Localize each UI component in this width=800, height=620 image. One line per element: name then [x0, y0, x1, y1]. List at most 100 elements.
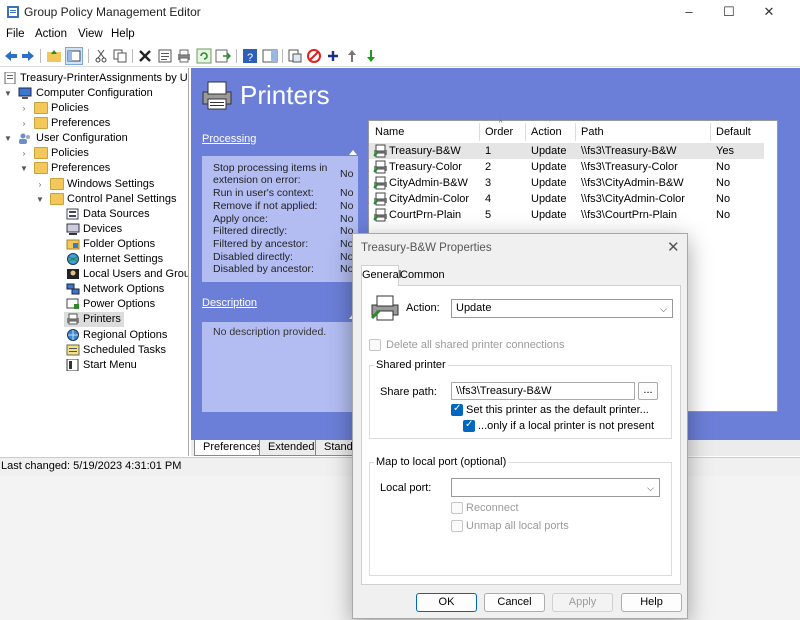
menu-bar: File Action View Help — [0, 26, 800, 44]
column-default[interactable]: Default — [716, 126, 751, 138]
svg-text:?: ? — [247, 52, 253, 64]
new-item-icon[interactable] — [287, 48, 303, 64]
gpo-icon — [4, 72, 16, 84]
processing-link[interactable]: Processing — [202, 133, 256, 145]
tree-item-local-users[interactable]: Local Users and Groups — [64, 267, 188, 282]
column-order[interactable]: Order — [485, 126, 513, 138]
add-plus-icon[interactable] — [325, 48, 341, 64]
chevron-down-icon[interactable]: ▼ — [19, 161, 29, 176]
folder-icon — [34, 147, 48, 159]
chevron-down-icon[interactable]: ▼ — [3, 86, 13, 101]
forward-arrow-icon[interactable] — [20, 48, 36, 64]
tree-item-power-options[interactable]: Power Options — [64, 297, 188, 312]
tree-uc-preferences[interactable]: ▼ Preferences — [0, 161, 188, 176]
table-row[interactable]: CourtPrn-Plain 5 Update \\fs3\CourtPrn-P… — [369, 207, 764, 223]
tree-item-start-menu[interactable]: Start Menu — [64, 358, 188, 373]
printer-icon — [373, 208, 387, 222]
tree-cc-policies[interactable]: › Policies — [0, 101, 188, 116]
folder-icon — [34, 102, 48, 114]
folder-icon — [50, 193, 64, 205]
menu-file[interactable]: File — [6, 28, 25, 40]
copy-icon[interactable] — [112, 48, 128, 64]
tree-windows-settings[interactable]: › Windows Settings — [0, 177, 188, 192]
show-pane-icon[interactable] — [262, 48, 278, 64]
description-box: No description provided. — [202, 322, 358, 412]
tree-item-devices[interactable]: Devices — [64, 222, 188, 237]
chevron-down-icon[interactable]: ▼ — [35, 192, 45, 207]
tree-item-network-options[interactable]: Network Options — [64, 282, 188, 297]
title-bar: Group Policy Management Editor – ☐ ✕ — [0, 0, 800, 24]
chevron-right-icon[interactable]: › — [19, 101, 29, 116]
refresh-icon[interactable] — [196, 48, 212, 64]
table-row[interactable]: Treasury-B&W 1 Update \\fs3\Treasury-B&W… — [369, 143, 764, 159]
description-link[interactable]: Description — [202, 297, 257, 309]
tree-item-printers[interactable]: Printers — [64, 312, 124, 327]
help-icon[interactable]: ? — [242, 48, 258, 64]
show-hide-tree-icon[interactable] — [65, 47, 83, 65]
move-up-icon[interactable] — [344, 48, 360, 64]
dialog-title: Treasury-B&W Properties — [361, 242, 492, 254]
menu-action[interactable]: Action — [35, 28, 67, 40]
collapse-processing-icon[interactable] — [349, 150, 357, 155]
tree-root[interactable]: Treasury-PrinterAssignments by User — [4, 71, 188, 86]
move-down-icon[interactable] — [363, 48, 379, 64]
unmap-label: Unmap all local ports — [466, 520, 569, 532]
back-arrow-icon[interactable] — [3, 48, 19, 64]
cut-icon[interactable] — [93, 48, 109, 64]
tree-uc-policies[interactable]: › Policies — [0, 146, 188, 161]
table-row[interactable]: CityAdmin-B&W 3 Update \\fs3\CityAdmin-B… — [369, 175, 764, 191]
share-path-input[interactable]: \\fs3\Treasury-B&W — [451, 382, 635, 400]
chevron-right-icon[interactable]: › — [35, 177, 45, 192]
block-icon[interactable] — [306, 48, 322, 64]
print-icon[interactable] — [176, 48, 192, 64]
users-icon — [19, 133, 30, 144]
tree-item-regional-options[interactable]: Regional Options — [64, 328, 188, 343]
tree-user-configuration[interactable]: ▼ User Configuration — [0, 131, 188, 146]
column-path[interactable]: Path — [581, 126, 604, 138]
tree-control-panel-settings[interactable]: ▼ Control Panel Settings — [0, 192, 188, 207]
browse-button[interactable]: ... — [638, 382, 658, 400]
globe-icon — [67, 253, 79, 265]
tree-item-data-sources[interactable]: Data Sources — [64, 207, 188, 222]
only-if-local-checkbox[interactable] — [463, 419, 475, 432]
unmap-checkbox[interactable] — [451, 520, 463, 532]
local-port-dropdown[interactable]: ⌵ — [451, 478, 660, 497]
chevron-right-icon[interactable]: › — [19, 146, 29, 161]
delete-all-label: Delete all shared printer connections — [386, 339, 565, 351]
data-sources-icon — [66, 208, 79, 220]
table-row[interactable]: Treasury-Color 2 Update \\fs3\Treasury-C… — [369, 159, 764, 175]
dialog-close-icon[interactable]: ✕ — [667, 238, 680, 256]
column-name[interactable]: Name — [375, 126, 404, 138]
cancel-button[interactable]: Cancel — [484, 593, 545, 612]
tree-item-scheduled-tasks[interactable]: Scheduled Tasks — [64, 343, 188, 358]
close-button[interactable]: ✕ — [746, 0, 792, 24]
reconnect-checkbox[interactable] — [451, 502, 463, 514]
set-default-checkbox[interactable] — [451, 403, 463, 416]
tab-extended[interactable]: Extended — [259, 440, 324, 456]
ok-button[interactable]: OK — [416, 593, 477, 612]
table-row[interactable]: CityAdmin-Color 4 Update \\fs3\CityAdmin… — [369, 191, 764, 207]
help-button[interactable]: Help — [621, 593, 682, 612]
up-folder-icon[interactable] — [46, 48, 62, 64]
local-users-icon — [67, 269, 79, 279]
chevron-down-icon[interactable]: ▼ — [3, 131, 13, 146]
apply-button[interactable]: Apply — [552, 593, 613, 612]
delete-icon[interactable] — [137, 48, 153, 64]
start-menu-icon — [66, 359, 79, 371]
tab-common[interactable]: Common — [400, 266, 445, 286]
properties-icon[interactable] — [157, 48, 173, 64]
delete-all-checkbox[interactable] — [369, 339, 381, 351]
chevron-right-icon[interactable]: › — [19, 116, 29, 131]
general-tab-page: Action: Update ⌵ Delete all shared print… — [361, 285, 681, 585]
tree-item-internet-settings[interactable]: Internet Settings — [64, 252, 188, 267]
tab-general[interactable]: General — [361, 265, 401, 286]
menu-view[interactable]: View — [78, 28, 103, 40]
menu-help[interactable]: Help — [111, 28, 135, 40]
tree-cc-preferences[interactable]: › Preferences — [0, 116, 188, 131]
action-dropdown[interactable]: Update ⌵ — [451, 299, 673, 318]
column-action[interactable]: Action — [531, 126, 562, 138]
export-list-icon[interactable] — [215, 48, 231, 64]
tree-computer-configuration[interactable]: ▼ Computer Configuration — [0, 86, 188, 101]
tree-item-folder-options[interactable]: Folder Options — [64, 237, 188, 252]
printer-icon — [373, 176, 387, 190]
